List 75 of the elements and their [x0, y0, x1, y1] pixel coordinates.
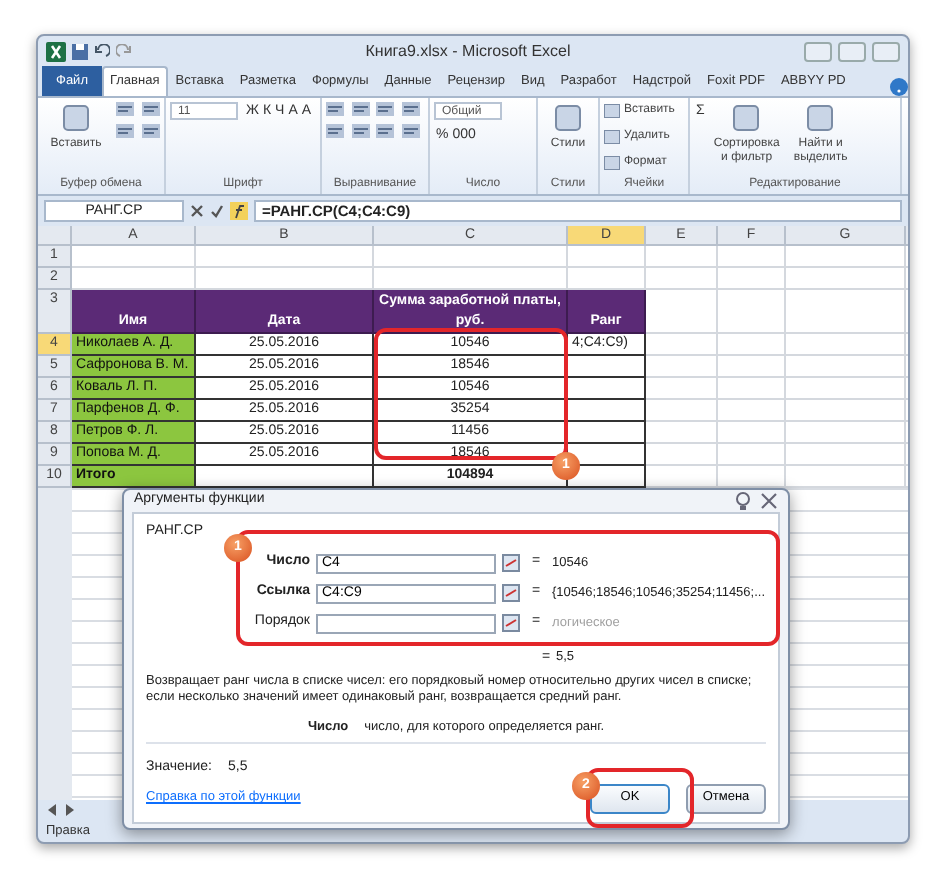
- toolbar-icon[interactable]: [326, 124, 344, 138]
- toolbar-icon[interactable]: [376, 124, 394, 138]
- grid-cell: [718, 268, 786, 290]
- toolbar-icon[interactable]: [352, 102, 370, 116]
- table-cell: [568, 378, 646, 400]
- grid-cell: [786, 356, 906, 378]
- toolbar-icon[interactable]: [116, 102, 134, 116]
- close-button[interactable]: [872, 42, 900, 62]
- tool-icon: [730, 102, 763, 134]
- table-cell: [568, 422, 646, 444]
- toolbar-icon[interactable]: [326, 102, 344, 116]
- window-title: Книга9.xlsx - Microsoft Excel: [363, 40, 573, 64]
- toolbar-icon[interactable]: [402, 102, 420, 116]
- toolbar-icon[interactable]: [376, 102, 394, 116]
- table-cell: [568, 400, 646, 422]
- grid-cell: [718, 400, 786, 422]
- tool-icon: [60, 102, 92, 134]
- redo-icon[interactable]: [116, 44, 132, 60]
- collapse-dialog-icon[interactable]: [502, 614, 520, 632]
- help-icon[interactable]: [890, 78, 908, 96]
- grid-cell: [646, 246, 718, 268]
- grid-cell: [568, 246, 646, 268]
- grid-cell: [646, 444, 718, 466]
- grid-cell: [72, 246, 196, 268]
- excel-icon[interactable]: [46, 42, 66, 62]
- select-all-corner[interactable]: [38, 226, 72, 246]
- undo-icon[interactable]: [94, 44, 110, 60]
- function-icon[interactable]: [230, 202, 248, 220]
- grid-cell: [786, 246, 906, 268]
- toolbar-icon[interactable]: [402, 124, 420, 138]
- grid-cell: [786, 378, 906, 400]
- grid-cell: [718, 356, 786, 378]
- grid-cell: [646, 466, 718, 488]
- close-icon[interactable]: [760, 491, 778, 510]
- tool-icon: [804, 102, 837, 134]
- grid-cell: [786, 268, 906, 290]
- grid-cell: [786, 290, 906, 334]
- grid-cell: [646, 268, 718, 290]
- grid-cell: [646, 378, 718, 400]
- lightbulb-icon[interactable]: [734, 491, 752, 510]
- grid-cell: [646, 290, 718, 334]
- first-sheet-icon[interactable]: [46, 804, 58, 816]
- argument-field[interactable]: [316, 613, 496, 633]
- grid-cell: [718, 290, 786, 334]
- grid-cell: [646, 334, 718, 356]
- toolbar-icon[interactable]: [142, 124, 160, 138]
- grid-cell: [718, 378, 786, 400]
- collapse-dialog-icon[interactable]: [502, 554, 520, 572]
- grid-cell: [718, 444, 786, 466]
- collapse-dialog-icon[interactable]: [502, 584, 520, 602]
- grid-cell: [646, 422, 718, 444]
- toolbar-icon[interactable]: [142, 102, 160, 116]
- grid-cell: [786, 422, 906, 444]
- grid-cell: [72, 268, 196, 290]
- grid-cell: [718, 334, 786, 356]
- tool-icon: [552, 102, 584, 134]
- grid-cell: [718, 466, 786, 488]
- maximize-button[interactable]: [838, 42, 866, 62]
- table-cell: [568, 356, 646, 378]
- cancel-icon[interactable]: [190, 204, 204, 218]
- grid-cell: [718, 422, 786, 444]
- next-sheet-icon[interactable]: [64, 804, 76, 816]
- grid-cell: [718, 246, 786, 268]
- grid-cell: [646, 400, 718, 422]
- table-cell: [568, 466, 646, 488]
- grid-cell: [568, 268, 646, 290]
- toolbar-icon[interactable]: [352, 124, 370, 138]
- toolbar-icon[interactable]: [116, 124, 134, 138]
- grid-cell: [786, 400, 906, 422]
- enter-icon[interactable]: [210, 204, 224, 218]
- minimize-button[interactable]: [804, 42, 832, 62]
- grid-cell: [786, 334, 906, 356]
- save-icon[interactable]: [72, 44, 88, 60]
- grid-cell: [786, 444, 906, 466]
- grid-cell: [646, 356, 718, 378]
